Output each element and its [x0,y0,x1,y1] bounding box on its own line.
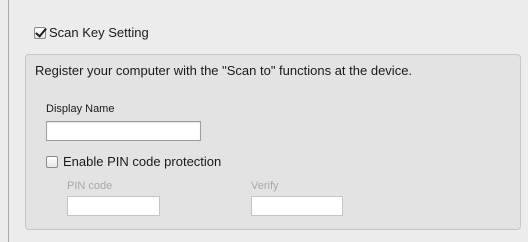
verify-input[interactable] [252,197,342,215]
display-name-input[interactable] [47,122,200,140]
pin-protection-checkbox-row[interactable]: Enable PIN code protection [46,154,221,170]
pin-code-field[interactable] [67,196,160,216]
scan-key-setting-checkbox[interactable] [34,27,46,39]
register-description: Register your computer with the "Scan to… [35,63,413,78]
pin-protection-label[interactable]: Enable PIN code protection [63,154,221,170]
scan-key-setting-checkbox-row[interactable]: Scan Key Setting [34,25,149,41]
display-name-field[interactable] [46,121,201,141]
verify-label: Verify [251,180,279,192]
display-name-label: Display Name [46,103,115,115]
pin-code-label: PIN code [67,180,113,192]
pin-protection-checkbox[interactable] [46,156,58,168]
pin-code-input[interactable] [68,197,159,215]
verify-field[interactable] [251,196,343,216]
scan-key-setting-label[interactable]: Scan Key Setting [49,25,149,41]
scan-key-settings-group: Register your computer with the "Scan to… [25,54,521,230]
left-divider [8,0,9,242]
